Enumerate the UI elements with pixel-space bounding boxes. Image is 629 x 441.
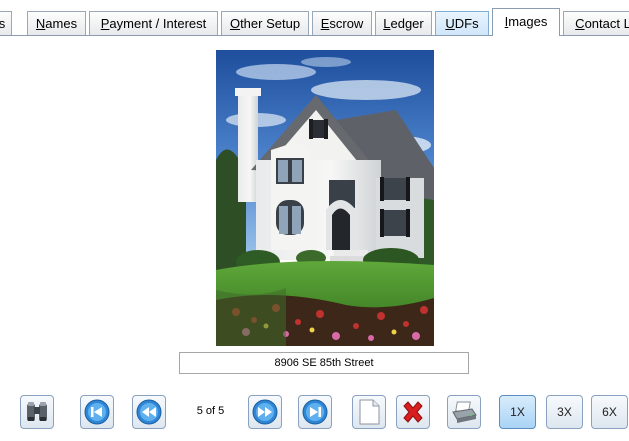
tab-escrow-label: scrow <box>329 16 364 31</box>
tab-escrow[interactable]: Escrow <box>312 11 372 35</box>
binoculars-icon <box>24 399 50 425</box>
tab-contact-log[interactable]: Contact L <box>563 11 629 35</box>
property-photo <box>216 50 434 346</box>
image-caption: 8906 SE 85th Street <box>179 352 469 374</box>
last-image-button[interactable] <box>298 395 332 429</box>
next-image-button[interactable] <box>248 395 282 429</box>
tab-udfs-label: DFs <box>454 16 479 31</box>
print-image-button[interactable] <box>447 395 481 429</box>
first-icon <box>83 398 111 426</box>
tab-strip: s Names Payment / Interest Other Setup E… <box>0 0 629 36</box>
tab-images[interactable]: Images <box>492 8 560 36</box>
search-button[interactable] <box>20 395 54 429</box>
previous-image-button[interactable] <box>132 395 166 429</box>
tab-other-label: ther Setup <box>240 16 301 31</box>
zoom-3x-button[interactable]: 3X <box>546 395 583 429</box>
image-counter: 5 of 5 <box>196 405 225 417</box>
tab-payment-label: ayment / Interest <box>109 16 207 31</box>
tab-other-setup[interactable]: Other Setup <box>221 11 309 35</box>
print-icon <box>450 398 478 426</box>
delete-icon <box>399 398 427 426</box>
new-page-icon <box>356 398 382 426</box>
tab-ledger[interactable]: Ledger <box>375 11 432 35</box>
tab-names-label: ames <box>45 16 78 31</box>
tab-udfs[interactable]: UDFs <box>435 11 489 35</box>
previous-icon <box>135 398 163 426</box>
next-icon <box>251 398 279 426</box>
tab-payment-interest[interactable]: Payment / Interest <box>89 11 218 35</box>
tab-previous-partial[interactable]: s <box>0 11 12 35</box>
delete-image-button[interactable] <box>396 395 430 429</box>
tab-ledger-label: edger <box>390 16 424 31</box>
new-image-button[interactable] <box>352 395 386 429</box>
last-icon <box>301 398 329 426</box>
tab-names[interactable]: Names <box>27 11 86 35</box>
tab-images-label: mages <box>508 14 548 29</box>
tab-other-mnemonic: O <box>229 16 241 31</box>
tab-names-mnemonic: N <box>35 16 46 31</box>
first-image-button[interactable] <box>80 395 114 429</box>
zoom-1x-button[interactable]: 1X <box>499 395 536 429</box>
tab-contact-label: ontact L <box>584 16 629 31</box>
tab-udfs-mnemonic: U <box>445 16 455 31</box>
tab-contact-mnemonic: C <box>575 16 585 31</box>
zoom-6x-button[interactable]: 6X <box>591 395 628 429</box>
